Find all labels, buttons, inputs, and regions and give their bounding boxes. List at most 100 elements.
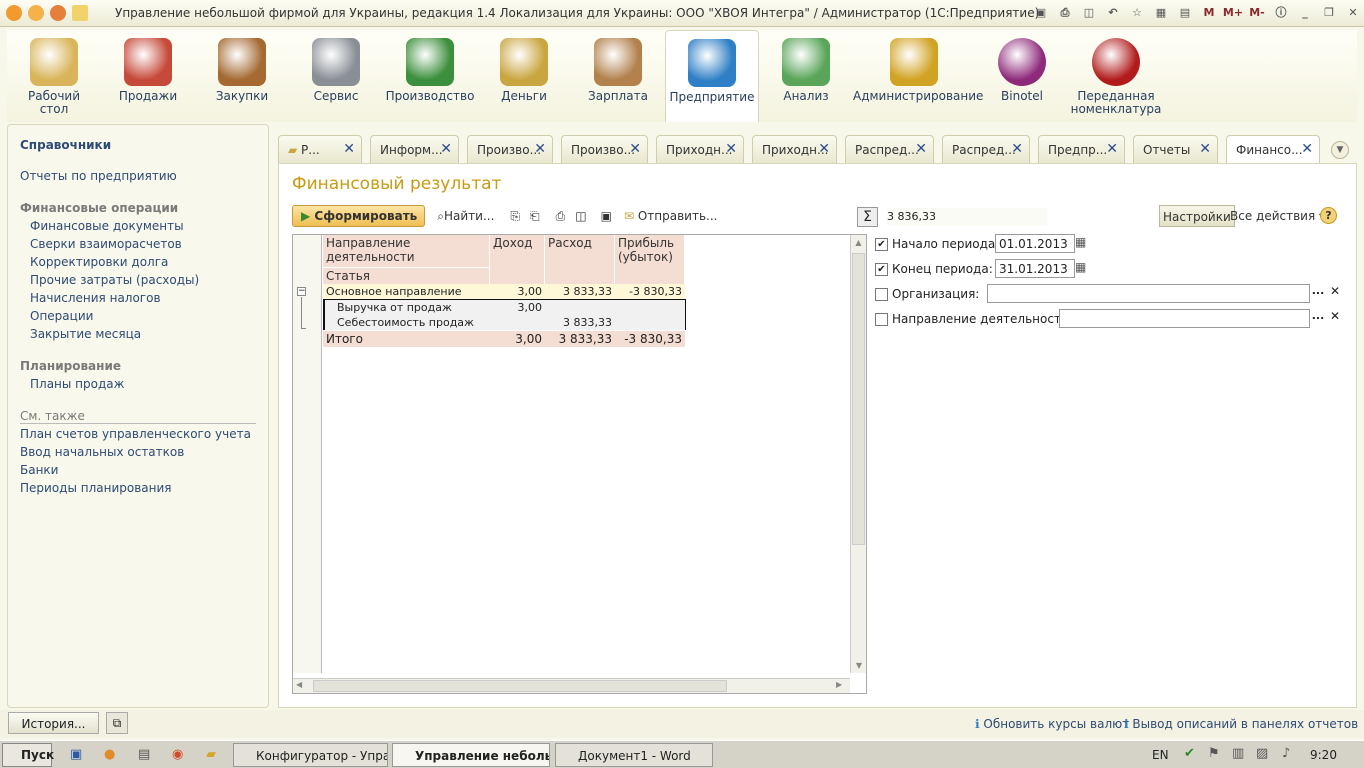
info-icon[interactable]: ⓘ — [1270, 3, 1292, 23]
hscroll-thumb[interactable] — [313, 680, 727, 692]
favorites-star-icon[interactable] — [72, 5, 88, 21]
scroll-right-icon[interactable]: ▶ — [836, 680, 842, 689]
tab-1[interactable]: Информ... ✕ — [370, 135, 459, 163]
help-icon[interactable]: ? — [1320, 207, 1337, 224]
scroll-thumb[interactable] — [852, 253, 865, 545]
close-tab-icon[interactable]: ✕ — [1301, 141, 1313, 157]
close-icon[interactable]: ✕ — [1342, 3, 1364, 23]
sidebar-item-month-close[interactable]: Закрытие месяца — [30, 327, 141, 341]
back-icon[interactable]: ↶ — [1102, 3, 1124, 23]
tab-5[interactable]: Приходн... ✕ — [752, 135, 837, 163]
tab-9[interactable]: Отчеты ✕ — [1133, 135, 1218, 163]
clear-icon[interactable]: ✕ — [1328, 284, 1342, 303]
task-word[interactable]: Документ1 - Word — [555, 743, 713, 767]
report-spreadsheet[interactable]: − Направление деятельности Статья Доход … — [292, 234, 867, 694]
preview-icon[interactable]: ◫ — [575, 209, 586, 223]
close-tab-icon[interactable]: ✕ — [343, 141, 355, 157]
calendar-icon[interactable]: ▦ — [1075, 235, 1091, 252]
tab-2[interactable]: Произво... ✕ — [467, 135, 553, 163]
bookmark-icon[interactable]: ☆ — [1126, 3, 1148, 23]
network-icon[interactable]: ▤ — [138, 747, 150, 762]
tray-volume-icon[interactable]: ♪ — [1282, 746, 1290, 761]
scroll-left-icon[interactable]: ◀ — [296, 680, 302, 689]
close-tab-icon[interactable]: ✕ — [725, 141, 737, 157]
collapse-group-icon[interactable]: − — [297, 287, 306, 296]
tab-7[interactable]: Распред... ✕ — [942, 135, 1030, 163]
direction-input[interactable] — [1059, 309, 1310, 328]
sidebar-title[interactable]: Справочники — [20, 138, 111, 152]
select-ellipsis-button[interactable]: ... — [1310, 309, 1326, 328]
sum-icon[interactable]: Σ — [857, 207, 878, 227]
preview-icon[interactable]: ◫ — [1078, 3, 1100, 23]
sidebar-item-operations[interactable]: Операции — [30, 309, 93, 323]
calendar-icon[interactable]: ▦ — [1075, 260, 1091, 277]
memory-button[interactable]: M — [1198, 3, 1220, 23]
tray-network-icon[interactable]: ▨ — [1256, 746, 1268, 761]
scroll-up-icon[interactable]: ▲ — [851, 235, 866, 247]
save-icon[interactable]: ▣ — [1030, 3, 1052, 23]
powershell-icon[interactable]: ▣ — [70, 747, 82, 762]
total-row[interactable]: Итого 3,00 3 833,33 -3 830,33 — [323, 331, 685, 347]
print-icon[interactable]: ⎙ — [1054, 3, 1076, 23]
section-boxes[interactable]: Закупки — [195, 30, 289, 122]
section-factory[interactable]: Производство — [383, 30, 477, 122]
language-indicator[interactable]: EN — [1152, 748, 1169, 762]
sidebar-item-reconciliation[interactable]: Сверки взаиморасчетов — [30, 237, 182, 251]
section-coins[interactable]: Деньги — [477, 30, 571, 122]
close-tab-icon[interactable]: ✕ — [629, 141, 641, 157]
update-rates-link[interactable]: ℹ Обновить курсы валют — [975, 717, 1129, 731]
tab-6[interactable]: Распред... ✕ — [845, 135, 934, 163]
scroll-down-icon[interactable]: ▼ — [851, 661, 867, 670]
find-button[interactable]: ⌕Найти... — [437, 209, 494, 224]
table-row[interactable]: Основное направление 3,00 3 833,33 -3 83… — [323, 284, 685, 299]
section-desk[interactable]: Рабочий стол — [7, 30, 101, 122]
sidebar-item-opening-balances[interactable]: Ввод начальных остатков — [20, 445, 184, 459]
calendar-icon[interactable]: ▤ — [1174, 3, 1196, 23]
menu-dropdown-icon[interactable] — [28, 5, 44, 21]
period-end-input[interactable]: 31.01.2013 — [995, 259, 1075, 278]
vertical-scrollbar[interactable]: ▲ ▼ — [850, 235, 866, 673]
select-ellipsis-button[interactable]: ... — [1310, 284, 1326, 303]
tabs-more-icon[interactable]: ▼ — [1331, 141, 1349, 159]
minimize-icon[interactable]: _ — [1294, 3, 1316, 23]
copy-icon[interactable]: ⎘ — [510, 209, 520, 224]
period-start-checkbox[interactable]: ✔ — [875, 237, 888, 251]
history-icon[interactable] — [50, 5, 66, 21]
tab-10[interactable]: Финансо... ✕ — [1226, 135, 1320, 164]
tab-3[interactable]: Произво... ✕ — [561, 135, 648, 163]
tray-flag-icon[interactable]: ⚑ — [1208, 746, 1220, 761]
period-end-checkbox[interactable]: ✔ — [875, 262, 888, 276]
table-row[interactable]: Себестоимость продаж 3 833,33 — [325, 315, 685, 330]
sidebar-item-debt-adjustments[interactable]: Корректировки долга — [30, 255, 168, 269]
section-coffee[interactable]: Переданная номенклатура — [1069, 30, 1163, 122]
sidebar-item-reports[interactable]: Отчеты по предприятию — [20, 169, 177, 183]
section-admin[interactable]: Администрирование — [853, 30, 983, 122]
close-tab-icon[interactable]: ✕ — [915, 141, 927, 157]
section-person[interactable]: Зарплата — [571, 30, 665, 122]
tab-0[interactable]: ▰ Р... ✕ — [278, 135, 362, 163]
close-tab-icon[interactable]: ✕ — [818, 141, 830, 157]
sidebar-item-banks[interactable]: Банки — [20, 463, 58, 477]
history-button[interactable]: История... — [8, 712, 99, 734]
calculator-icon[interactable]: ▦ — [1150, 3, 1172, 23]
save-icon[interactable]: ▣ — [601, 209, 612, 223]
close-tab-icon[interactable]: ✕ — [1106, 141, 1118, 157]
windows-icon[interactable]: ⧉ — [106, 712, 128, 734]
direction-checkbox[interactable] — [875, 312, 888, 326]
send-button[interactable]: ✉ Отправить... — [624, 209, 718, 223]
horizontal-scrollbar[interactable]: ◀ ▶ — [293, 678, 850, 693]
app-1c-icon[interactable]: ● — [104, 747, 115, 762]
table-row[interactable]: Выручка от продаж 3,00 — [325, 300, 685, 315]
sidebar-item-planning-periods[interactable]: Периоды планирования — [20, 481, 172, 495]
close-tab-icon[interactable]: ✕ — [1199, 141, 1211, 157]
sidebar-item-finance-docs[interactable]: Финансовые документы — [30, 219, 184, 233]
close-tab-icon[interactable]: ✕ — [440, 141, 452, 157]
memory-minus-button[interactable]: M- — [1246, 3, 1268, 23]
task-configurator[interactable]: Конфигуратор - Управ... — [233, 743, 388, 767]
sidebar-item-taxes[interactable]: Начисления налогов — [30, 291, 161, 305]
print-icon[interactable]: ⎙ — [556, 209, 566, 224]
close-tab-icon[interactable]: ✕ — [1011, 141, 1023, 157]
start-button[interactable]: Пуск — [2, 743, 54, 767]
task-1c-enterprise[interactable]: Управление неболь... — [392, 743, 550, 767]
clear-icon[interactable]: ✕ — [1328, 309, 1342, 328]
